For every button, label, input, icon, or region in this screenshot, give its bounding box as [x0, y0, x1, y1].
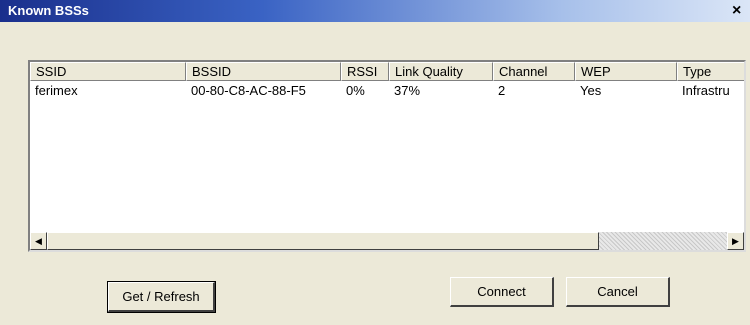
table-row[interactable]: ferimex 00-80-C8-AC-88-F5 0% 37% 2 Yes I… [30, 83, 744, 101]
cell-rssi: 0% [346, 83, 365, 98]
cell-bssid: 00-80-C8-AC-88-F5 [191, 83, 306, 98]
bss-list-view[interactable]: SSID BSSID RSSI Link Quality Channel WEP… [28, 60, 746, 252]
scroll-left-arrow-icon[interactable]: ◀ [30, 232, 47, 250]
known-bss-dialog: Known BSSs × SSID BSSID RSSI Link Qualit… [0, 0, 750, 325]
scrollbar-thumb[interactable] [47, 232, 599, 250]
window-title: Known BSSs [8, 3, 89, 18]
column-header-bssid[interactable]: BSSID [186, 62, 341, 81]
cell-wep: Yes [580, 83, 602, 98]
column-header-channel[interactable]: Channel [493, 62, 575, 81]
cell-channel: 2 [498, 83, 506, 98]
cell-ssid: ferimex [35, 83, 78, 98]
list-header: SSID BSSID RSSI Link Quality Channel WEP… [30, 62, 744, 82]
column-header-link-quality[interactable]: Link Quality [389, 62, 493, 81]
get-refresh-button[interactable]: Get / Refresh [107, 281, 216, 313]
scroll-right-arrow-icon[interactable]: ▶ [727, 232, 744, 250]
cell-link-quality: 37% [394, 83, 421, 98]
cell-type: Infrastru [682, 83, 730, 98]
title-bar: Known BSSs × [0, 0, 750, 22]
column-header-rssi[interactable]: RSSI [341, 62, 389, 81]
cancel-button[interactable]: Cancel [566, 277, 670, 307]
column-header-ssid[interactable]: SSID [30, 62, 186, 81]
column-header-type[interactable]: Type [677, 62, 744, 81]
connect-button[interactable]: Connect [450, 277, 554, 307]
column-header-wep[interactable]: WEP [575, 62, 677, 81]
close-button[interactable]: × [732, 2, 750, 20]
horizontal-scrollbar[interactable]: ◀ ▶ [30, 232, 744, 250]
